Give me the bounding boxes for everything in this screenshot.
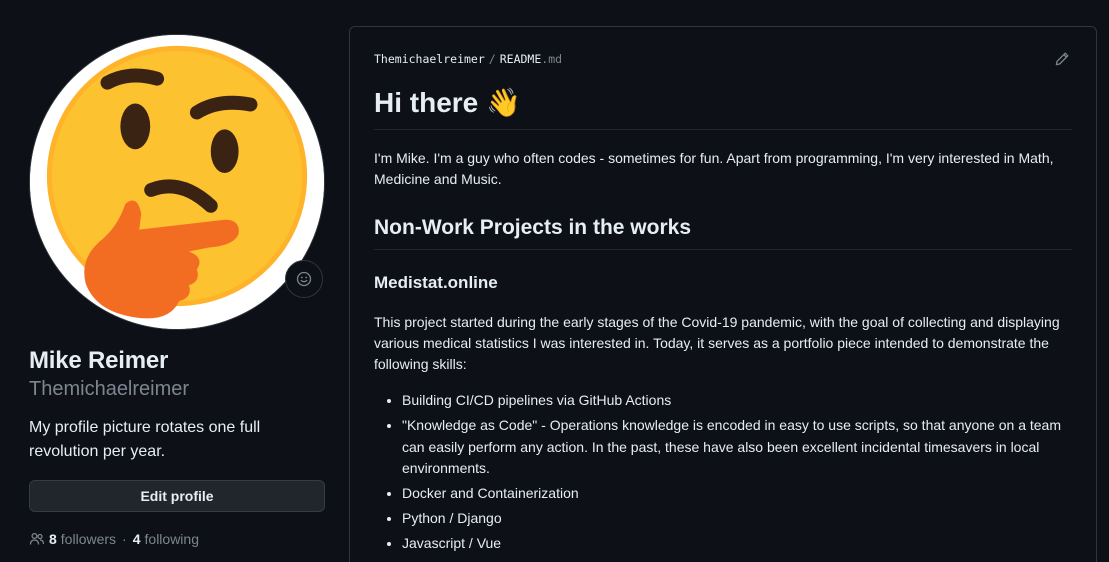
set-status-button[interactable] [285, 260, 323, 298]
path-separator: / [488, 52, 496, 66]
edit-profile-button[interactable]: Edit profile [29, 480, 325, 512]
followers-label: followers [60, 531, 117, 547]
readme-path: Themichaelreimer / README .md [374, 52, 562, 66]
readme-box: Themichaelreimer / README .md Hi there 👋 … [349, 26, 1097, 562]
full-name: Mike Reimer [29, 347, 169, 374]
people-icon [29, 532, 45, 545]
avatar-container [29, 34, 325, 330]
readme-extension: .md [541, 52, 563, 66]
readme-intro: I'm Mike. I'm a guy who often codes - so… [374, 150, 1054, 187]
skills-list: Building CI/CD pipelines via GitHub Acti… [374, 390, 1072, 555]
list-item: Javascript / Vue [402, 533, 1072, 555]
section-heading: Non-Work Projects in the works [374, 213, 1072, 250]
readme-title-text: Hi there [374, 87, 479, 118]
following-label: following [144, 531, 199, 547]
waving-hand-icon: 👋 [486, 87, 522, 118]
list-item: Docker and Containerization [402, 483, 1072, 505]
readme-owner[interactable]: Themichaelreimer [374, 52, 485, 66]
profile-page: Mike Reimer Themichaelreimer My profile … [0, 0, 1109, 562]
profile-names: Mike Reimer Themichaelreimer [29, 346, 189, 402]
thinking-face-icon [30, 35, 324, 329]
following-count: 4 [132, 531, 141, 547]
readme-content: Hi there 👋 I'm Mike. I'm a guy who often… [374, 81, 1072, 558]
follow-stats: 8 followers · 4 following [29, 530, 199, 548]
avatar[interactable] [29, 34, 325, 330]
profile-bio: My profile picture rotates one full revo… [29, 419, 261, 460]
list-item: Python / Django [402, 508, 1072, 530]
separator-dot: · [122, 531, 127, 547]
smiley-icon [296, 271, 312, 287]
list-item: "Knowledge as Code" - Operations knowled… [402, 415, 1072, 480]
pencil-icon [1055, 52, 1069, 66]
readme-title: Hi there 👋 [374, 81, 1072, 130]
following-link[interactable]: 4 following [133, 530, 199, 548]
list-item: Building CI/CD pipelines via GitHub Acti… [402, 390, 1072, 412]
username: Themichaelreimer [29, 378, 190, 400]
readme-filename[interactable]: README [500, 52, 542, 66]
followers-count: 8 [49, 531, 57, 547]
project-heading: Medistat.online [374, 273, 498, 292]
project-description: This project started during the early st… [374, 314, 1060, 372]
edit-readme-button[interactable] [1054, 51, 1070, 72]
followers-link[interactable]: 8 followers [49, 530, 116, 548]
